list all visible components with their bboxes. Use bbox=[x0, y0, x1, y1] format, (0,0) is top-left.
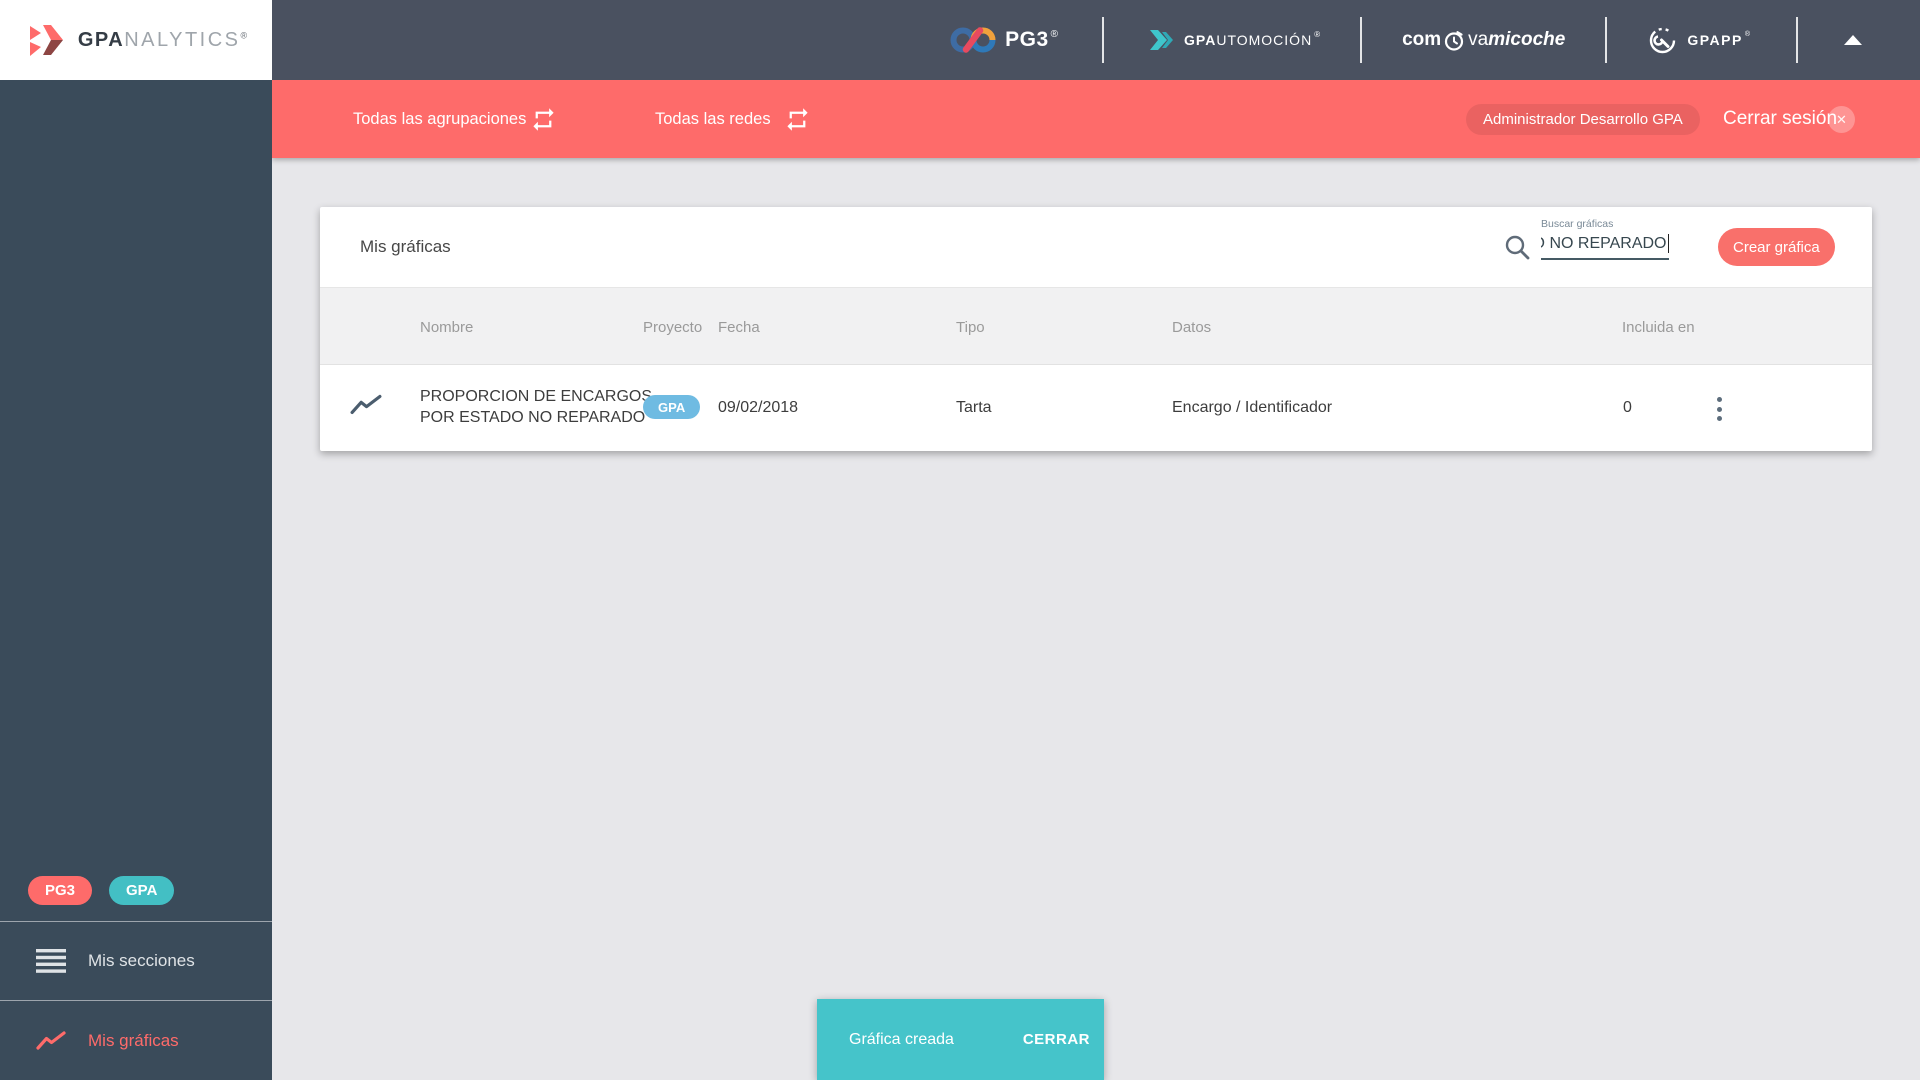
table-header: Nombre Proyecto Fecha Tipo Datos Incluid… bbox=[320, 287, 1872, 365]
gpautomocion-logo: GPA UTOMOCIÓN ® bbox=[1148, 29, 1320, 51]
row-menu-kebab-icon[interactable] bbox=[1714, 394, 1725, 424]
column-header-nombre: Nombre bbox=[420, 318, 474, 336]
divider bbox=[1796, 17, 1798, 63]
column-header-fecha: Fecha bbox=[718, 318, 760, 336]
filter-agrupaciones-label[interactable]: Todas las agrupaciones bbox=[353, 80, 526, 158]
search-input[interactable]: Buscar gráficas DO NO REPARADO bbox=[1541, 218, 1669, 260]
chart-name-line1: PROPORCION DE ENCARGOS bbox=[420, 388, 653, 405]
column-header-proyecto: Proyecto bbox=[643, 318, 703, 336]
pg3-infinity-icon bbox=[950, 27, 996, 53]
divider bbox=[1102, 17, 1105, 63]
search-input-label: Buscar gráficas bbox=[1541, 218, 1614, 230]
line-chart-icon bbox=[36, 1030, 66, 1052]
sidebar-item-label: Mis secciones bbox=[88, 951, 195, 970]
chart-type-icon bbox=[350, 394, 382, 415]
sidebar-item-mis-secciones[interactable]: Mis secciones bbox=[0, 922, 272, 1000]
pg3-badge[interactable]: PG3 bbox=[28, 876, 93, 905]
collapse-arrow-icon[interactable] bbox=[1844, 35, 1862, 45]
gpapp-wrench-icon bbox=[1650, 27, 1676, 53]
pg3-label: PG3 bbox=[1005, 28, 1049, 51]
chart-name: PROPORCION DE ENCARGOS POR ESTADO NO REP… bbox=[420, 386, 652, 428]
coche-label-part3: micoche bbox=[1488, 29, 1566, 50]
gpapp-logo: GPAPP ® bbox=[1647, 25, 1750, 56]
column-header-incluida-en: Incluida en bbox=[1622, 318, 1695, 336]
page-title: Mis gráficas bbox=[360, 237, 451, 256]
cell-tipo: Tarta bbox=[956, 399, 992, 416]
sidebar-badges: PG3 GPA bbox=[28, 876, 175, 905]
user-chip[interactable]: Administrador Desarrollo GPA bbox=[1466, 104, 1700, 135]
column-header-tipo: Tipo bbox=[956, 318, 985, 336]
menu-lines-icon bbox=[36, 949, 66, 973]
logo-reg-mark: ® bbox=[240, 29, 248, 40]
create-chart-button[interactable]: Crear gráfica bbox=[1718, 228, 1835, 266]
cell-datos: Encargo / Identificador bbox=[1172, 399, 1333, 416]
gpautomocion-label-bold: GPA bbox=[1184, 32, 1217, 48]
reg-mark: ® bbox=[1050, 28, 1059, 40]
sidebar: GPANALYTICS® PG3 GPA Mis secciones Mis g… bbox=[0, 0, 272, 1080]
logout-x-icon[interactable]: ✕ bbox=[1828, 106, 1855, 133]
snackbar: Gráfica creada CERRAR bbox=[817, 999, 1104, 1080]
reg-mark: ® bbox=[1744, 30, 1750, 38]
chart-name-line2: POR ESTADO NO REPARADO bbox=[420, 409, 646, 426]
snackbar-message: Gráfica creada bbox=[849, 1030, 954, 1048]
clock-icon bbox=[1445, 30, 1464, 51]
divider bbox=[1360, 17, 1363, 63]
sidebar-item-label: Mis gráficas bbox=[88, 1030, 179, 1050]
top-bar: PG3 ® GPA UTOMOCIÓN ® com va micoche GPAPP ® bbox=[272, 0, 1920, 80]
cell-incluida-en: 0 bbox=[1623, 399, 1632, 416]
text-cursor bbox=[1667, 234, 1669, 253]
coche-label-part1: com bbox=[1402, 29, 1442, 50]
search-icon[interactable] bbox=[1503, 233, 1531, 261]
gpanalytics-logo-text: GPANALYTICS® bbox=[78, 29, 247, 52]
sidebar-item-mis-graficas[interactable]: Mis gráficas bbox=[0, 1001, 272, 1080]
divider bbox=[1605, 17, 1608, 63]
gpautomocion-chevron-icon bbox=[1150, 30, 1174, 50]
logo-text-light: NALYTICS bbox=[124, 28, 241, 51]
gpanalytics-logo: GPANALYTICS® bbox=[0, 0, 272, 80]
gpa-badge[interactable]: GPA bbox=[109, 876, 175, 905]
snackbar-close-button[interactable]: CERRAR bbox=[1023, 1031, 1090, 1048]
project-badge: GPA bbox=[643, 395, 701, 419]
swap-redes-icon[interactable] bbox=[784, 106, 811, 133]
gpautomocion-label-light: UTOMOCIÓN bbox=[1216, 32, 1313, 48]
filter-bar: Todas las agrupaciones Todas las redes A… bbox=[272, 80, 1920, 158]
charts-card: Mis gráficas Buscar gráficas DO NO REPAR… bbox=[320, 207, 1872, 451]
search-input-value: DO NO REPARADO bbox=[1541, 234, 1667, 252]
pg3-logo: PG3 ® bbox=[950, 25, 1058, 55]
reg-mark: ® bbox=[1314, 29, 1321, 39]
logo-text-bold: GPA bbox=[77, 28, 125, 51]
cell-fecha: 09/02/2018 bbox=[718, 399, 799, 416]
table-row[interactable]: PROPORCION DE ENCARGOS POR ESTADO NO REP… bbox=[320, 365, 1872, 451]
comprovamicoche-logo: com va micoche bbox=[1402, 29, 1565, 52]
gpanalytics-logo-icon bbox=[29, 25, 63, 56]
logout-button[interactable]: Cerrar sesión bbox=[1723, 80, 1837, 158]
column-header-datos: Datos bbox=[1172, 318, 1212, 336]
coche-label-part2: va bbox=[1468, 29, 1489, 50]
swap-agrupaciones-icon[interactable] bbox=[530, 106, 557, 133]
gpapp-label: GPAPP bbox=[1687, 32, 1743, 48]
filter-redes-label[interactable]: Todas las redes bbox=[655, 80, 771, 158]
